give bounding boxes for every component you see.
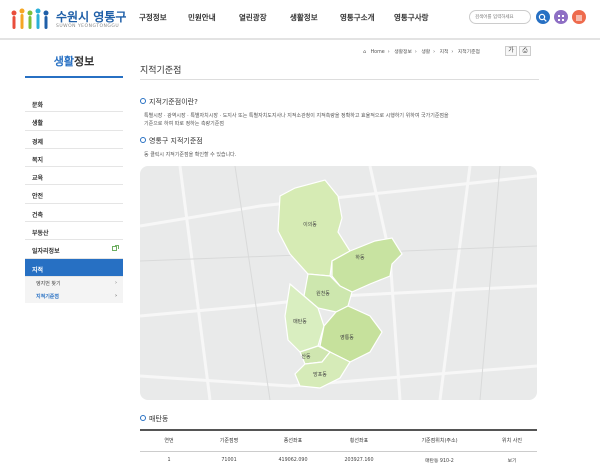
nav-item-living-info[interactable]: 생활정보 — [290, 12, 318, 23]
col-header-address: 기준점위치(주소) — [392, 430, 487, 452]
district-label-yeongtong: 영통동 — [340, 334, 354, 341]
breadcrumb-current: 지적기준점 — [457, 50, 480, 55]
sidebar-item-building[interactable]: 건축 — [25, 204, 123, 223]
circle-bullet-icon — [140, 415, 146, 421]
sidebar-menu: 문화 생활 경제 복지 교육 안전 건축 부동산 일자리정보 지적 엥지번 찾기… — [25, 94, 123, 303]
district-label-maetan: 매탄동 — [293, 318, 307, 325]
sidebar-title-underline — [25, 76, 123, 78]
cell-name: 71001 — [221, 457, 237, 463]
external-link-icon — [112, 245, 119, 252]
logo-text: 수원시 영통구 — [56, 10, 127, 24]
sidebar-item-real-estate[interactable]: 부동산 — [25, 222, 123, 241]
definition-text-line-1: 특별시장 · 광역시장 · 특별자치시장 · 도지사 또는 특별자치도지사나 지… — [144, 113, 449, 119]
header-divider — [0, 38, 600, 40]
table-row: 1 71001 419062.090 203927.160 매탄동 910-2 … — [140, 451, 537, 469]
nav-item-open-square[interactable]: 열린광장 — [239, 12, 267, 23]
col-header-easting: 횡선좌표 — [326, 430, 392, 452]
chevron-right-icon: › — [114, 292, 117, 299]
map-canvas: 이의동 하동 원천동 매탄동 영통동 산동 망포동 — [140, 166, 537, 400]
sidebar-subitem-lot-search[interactable]: 엥지번 찾기 › — [25, 276, 123, 290]
table-header-row: 연번 기준점명 종선좌표 횡선좌표 기준점위치(주소) 위치 사진 — [140, 430, 537, 452]
print-icon[interactable]: ⎙ — [519, 46, 531, 56]
home-icon[interactable]: ⌂ — [363, 50, 366, 55]
district-label-iui: 이의동 — [303, 221, 317, 228]
nav-item-love[interactable]: 영통구사랑 — [394, 12, 429, 23]
chevron-right-icon: › — [115, 279, 117, 286]
sidebar-item-welfare[interactable]: 복지 — [25, 149, 123, 168]
district-label-woncheon: 원천동 — [316, 290, 330, 297]
nav-item-civil-service[interactable]: 민원안내 — [188, 12, 216, 23]
control-point-table: 연번 기준점명 종선좌표 횡선좌표 기준점위치(주소) 위치 사진 1 7100… — [140, 430, 537, 469]
sidebar-item-economy[interactable]: 경제 — [25, 131, 123, 149]
font-size-icon[interactable]: 가 — [505, 46, 517, 56]
sidebar-item-culture[interactable]: 문화 — [25, 94, 123, 113]
section-heading-definition: 지적기준점이란? — [140, 97, 198, 107]
cell-photo-link[interactable]: 보기 — [487, 451, 537, 469]
district-label-san: 산동 — [301, 353, 311, 360]
circle-bullet-icon — [140, 137, 146, 143]
breadcrumb: ⌂ Home › 생활정보 › 생활 › 지적 › 지적기준점 — [363, 50, 480, 55]
sidebar-subitem-control-point[interactable]: 지적기준점 › — [25, 289, 123, 303]
breadcrumb-living[interactable]: 생활 — [421, 50, 430, 55]
col-header-no: 연번 — [140, 430, 198, 452]
breadcrumb-living-info[interactable]: 생활정보 — [394, 50, 412, 55]
circle-bullet-icon — [140, 98, 146, 104]
search-input[interactable] — [469, 10, 531, 24]
district-label-ha: 하동 — [355, 254, 365, 261]
page-title: 지적기준점 — [140, 66, 182, 76]
sidebar-item-cadastre[interactable]: 지적 — [25, 258, 123, 277]
col-header-northing: 종선좌표 — [260, 430, 326, 452]
cell-address: 매탄동 910-2 — [425, 458, 454, 464]
nav-item-district-info[interactable]: 구정정보 — [139, 12, 167, 23]
sidebar-item-safety[interactable]: 안전 — [25, 185, 123, 204]
search-icon[interactable] — [536, 10, 550, 24]
sitemap-icon[interactable] — [554, 10, 568, 24]
map-instruction-text: 동 클릭시 지적기준점을 확인할 수 있습니다. — [144, 152, 237, 158]
sidebar-item-living[interactable]: 생활 — [25, 112, 123, 131]
district-map: 이의동 하동 원천동 매탄동 영통동 산동 망포동 — [140, 166, 537, 400]
cell-northing: 419062.090 — [278, 457, 308, 463]
section-heading-selected-district: 매탄동 — [140, 414, 168, 424]
sidebar-item-education[interactable]: 교육 — [25, 167, 123, 186]
cell-no: 1 — [167, 457, 171, 463]
sidebar-title: 생활정보 — [53, 55, 95, 68]
breadcrumb-cadastre[interactable]: 지적 — [440, 50, 449, 55]
cell-easting: 203927.160 — [344, 457, 374, 463]
menu-icon[interactable] — [572, 10, 586, 24]
logo-subtext: SUWON YEONGTONGGU — [56, 24, 120, 29]
title-divider — [140, 79, 539, 80]
site-logo[interactable]: 수원시 영통구 SUWON YEONGTONGGU — [10, 5, 130, 35]
col-header-name: 기준점명 — [198, 430, 260, 452]
district-label-mangpo: 망포동 — [313, 371, 327, 378]
nav-item-about[interactable]: 영통구소개 — [340, 12, 375, 23]
col-header-photo: 위치 사진 — [487, 430, 537, 452]
breadcrumb-home[interactable]: Home — [371, 50, 385, 55]
logo-people-icon — [11, 8, 49, 29]
sidebar-item-jobs[interactable]: 일자리정보 — [25, 240, 123, 259]
definition-text-line-2: 기준으로 하여 따로 정하는 측량기준점 — [144, 121, 224, 127]
header: 수원시 영통구 SUWON YEONGTONGGU 구정정보 민원안내 열린광장… — [0, 0, 600, 37]
section-heading-district-points: 영통구 지적기준점 — [140, 136, 203, 146]
